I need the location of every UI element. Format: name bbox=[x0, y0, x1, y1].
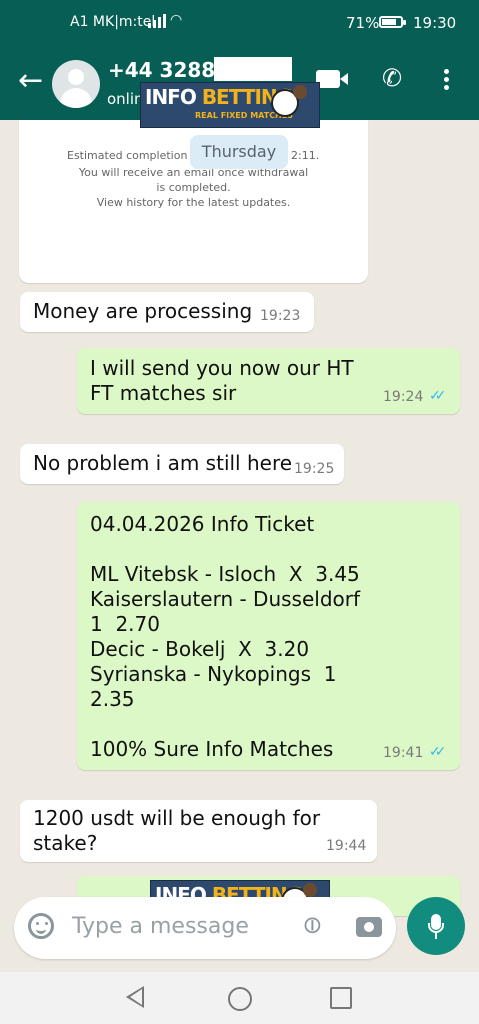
receipt-line: View history for the latest updates. bbox=[96, 196, 291, 209]
watermark-banner: INFO BETTING REAL FIXED MATCHES bbox=[140, 82, 320, 128]
phone-icon[interactable]: ✆ bbox=[382, 64, 402, 92]
person-icon bbox=[293, 85, 307, 99]
message-text: 1200 usdt will be enough for stake? bbox=[33, 806, 321, 855]
message-time: 19:23 bbox=[260, 308, 301, 324]
battery-icon bbox=[379, 16, 406, 28]
message-bubble-incoming[interactable]: 1200 usdt will be enough for stake? 19:4… bbox=[20, 800, 377, 862]
mic-icon[interactable] bbox=[407, 897, 465, 955]
message-bubble-outgoing[interactable]: I will send you now our HT FT matches si… bbox=[77, 348, 460, 414]
message-text: 04.04.2026 Info Ticket ML Vitebsk - Islo… bbox=[90, 512, 361, 761]
message-time: 19:25 bbox=[294, 461, 335, 477]
message-time: 19:41 bbox=[383, 745, 424, 761]
read-ticks-icon: ✓✓ bbox=[429, 388, 447, 404]
message-bubble-outgoing[interactable]: 04.04.2026 Info Ticket ML Vitebsk - Islo… bbox=[77, 502, 460, 770]
wifi-icon: ◠ bbox=[170, 12, 183, 28]
camera-icon[interactable] bbox=[356, 917, 382, 937]
attach-icon[interactable]: ⊘ bbox=[295, 908, 329, 942]
nav-recents-icon[interactable] bbox=[330, 987, 352, 1009]
message-text: I will send you now our HT FT matches si… bbox=[90, 356, 354, 405]
message-time: 19:24 bbox=[383, 389, 424, 405]
message-composer[interactable]: Type a message ⊘ bbox=[14, 897, 396, 959]
receipt-line: is completed. bbox=[156, 181, 231, 194]
nav-back-icon[interactable] bbox=[126, 986, 144, 1008]
message-input[interactable]: Type a message bbox=[72, 914, 249, 939]
watermark-brand: INFO BETTING bbox=[145, 85, 293, 109]
receipt-line: 2:11. bbox=[291, 149, 320, 162]
status-bar: A1 MK|m:tel ◠ 71% 19:30 bbox=[0, 0, 479, 44]
read-ticks-icon: ✓✓ bbox=[429, 744, 447, 760]
message-bubble-incoming[interactable]: Money are processing 19:23 bbox=[20, 292, 314, 332]
chat-area[interactable]: Estimated completion tin 2:11. You will … bbox=[0, 120, 479, 972]
date-chip: Thursday bbox=[190, 135, 288, 169]
carrier-label: A1 MK|m:tel bbox=[70, 14, 156, 30]
person-icon bbox=[303, 883, 317, 897]
nav-home-icon[interactable] bbox=[228, 987, 252, 1011]
signal-icon bbox=[148, 12, 166, 28]
clock: 19:30 bbox=[413, 14, 457, 32]
message-text: Money are processing bbox=[33, 299, 253, 323]
presence-status: onlin bbox=[107, 90, 144, 108]
receipt-line: Estimated completion tin bbox=[67, 149, 206, 162]
back-arrow-icon[interactable]: ← bbox=[18, 66, 43, 96]
more-menu-icon[interactable] bbox=[444, 66, 449, 93]
message-bubble-incoming[interactable]: No problem i am still here 19:25 bbox=[20, 444, 344, 484]
avatar[interactable] bbox=[52, 60, 100, 108]
battery-percent: 71% bbox=[346, 14, 380, 32]
redaction-box bbox=[214, 57, 292, 81]
message-text: No problem i am still here bbox=[33, 451, 293, 475]
system-nav-bar bbox=[0, 972, 479, 1024]
message-time: 19:44 bbox=[326, 838, 367, 854]
emoji-icon[interactable] bbox=[28, 913, 54, 939]
